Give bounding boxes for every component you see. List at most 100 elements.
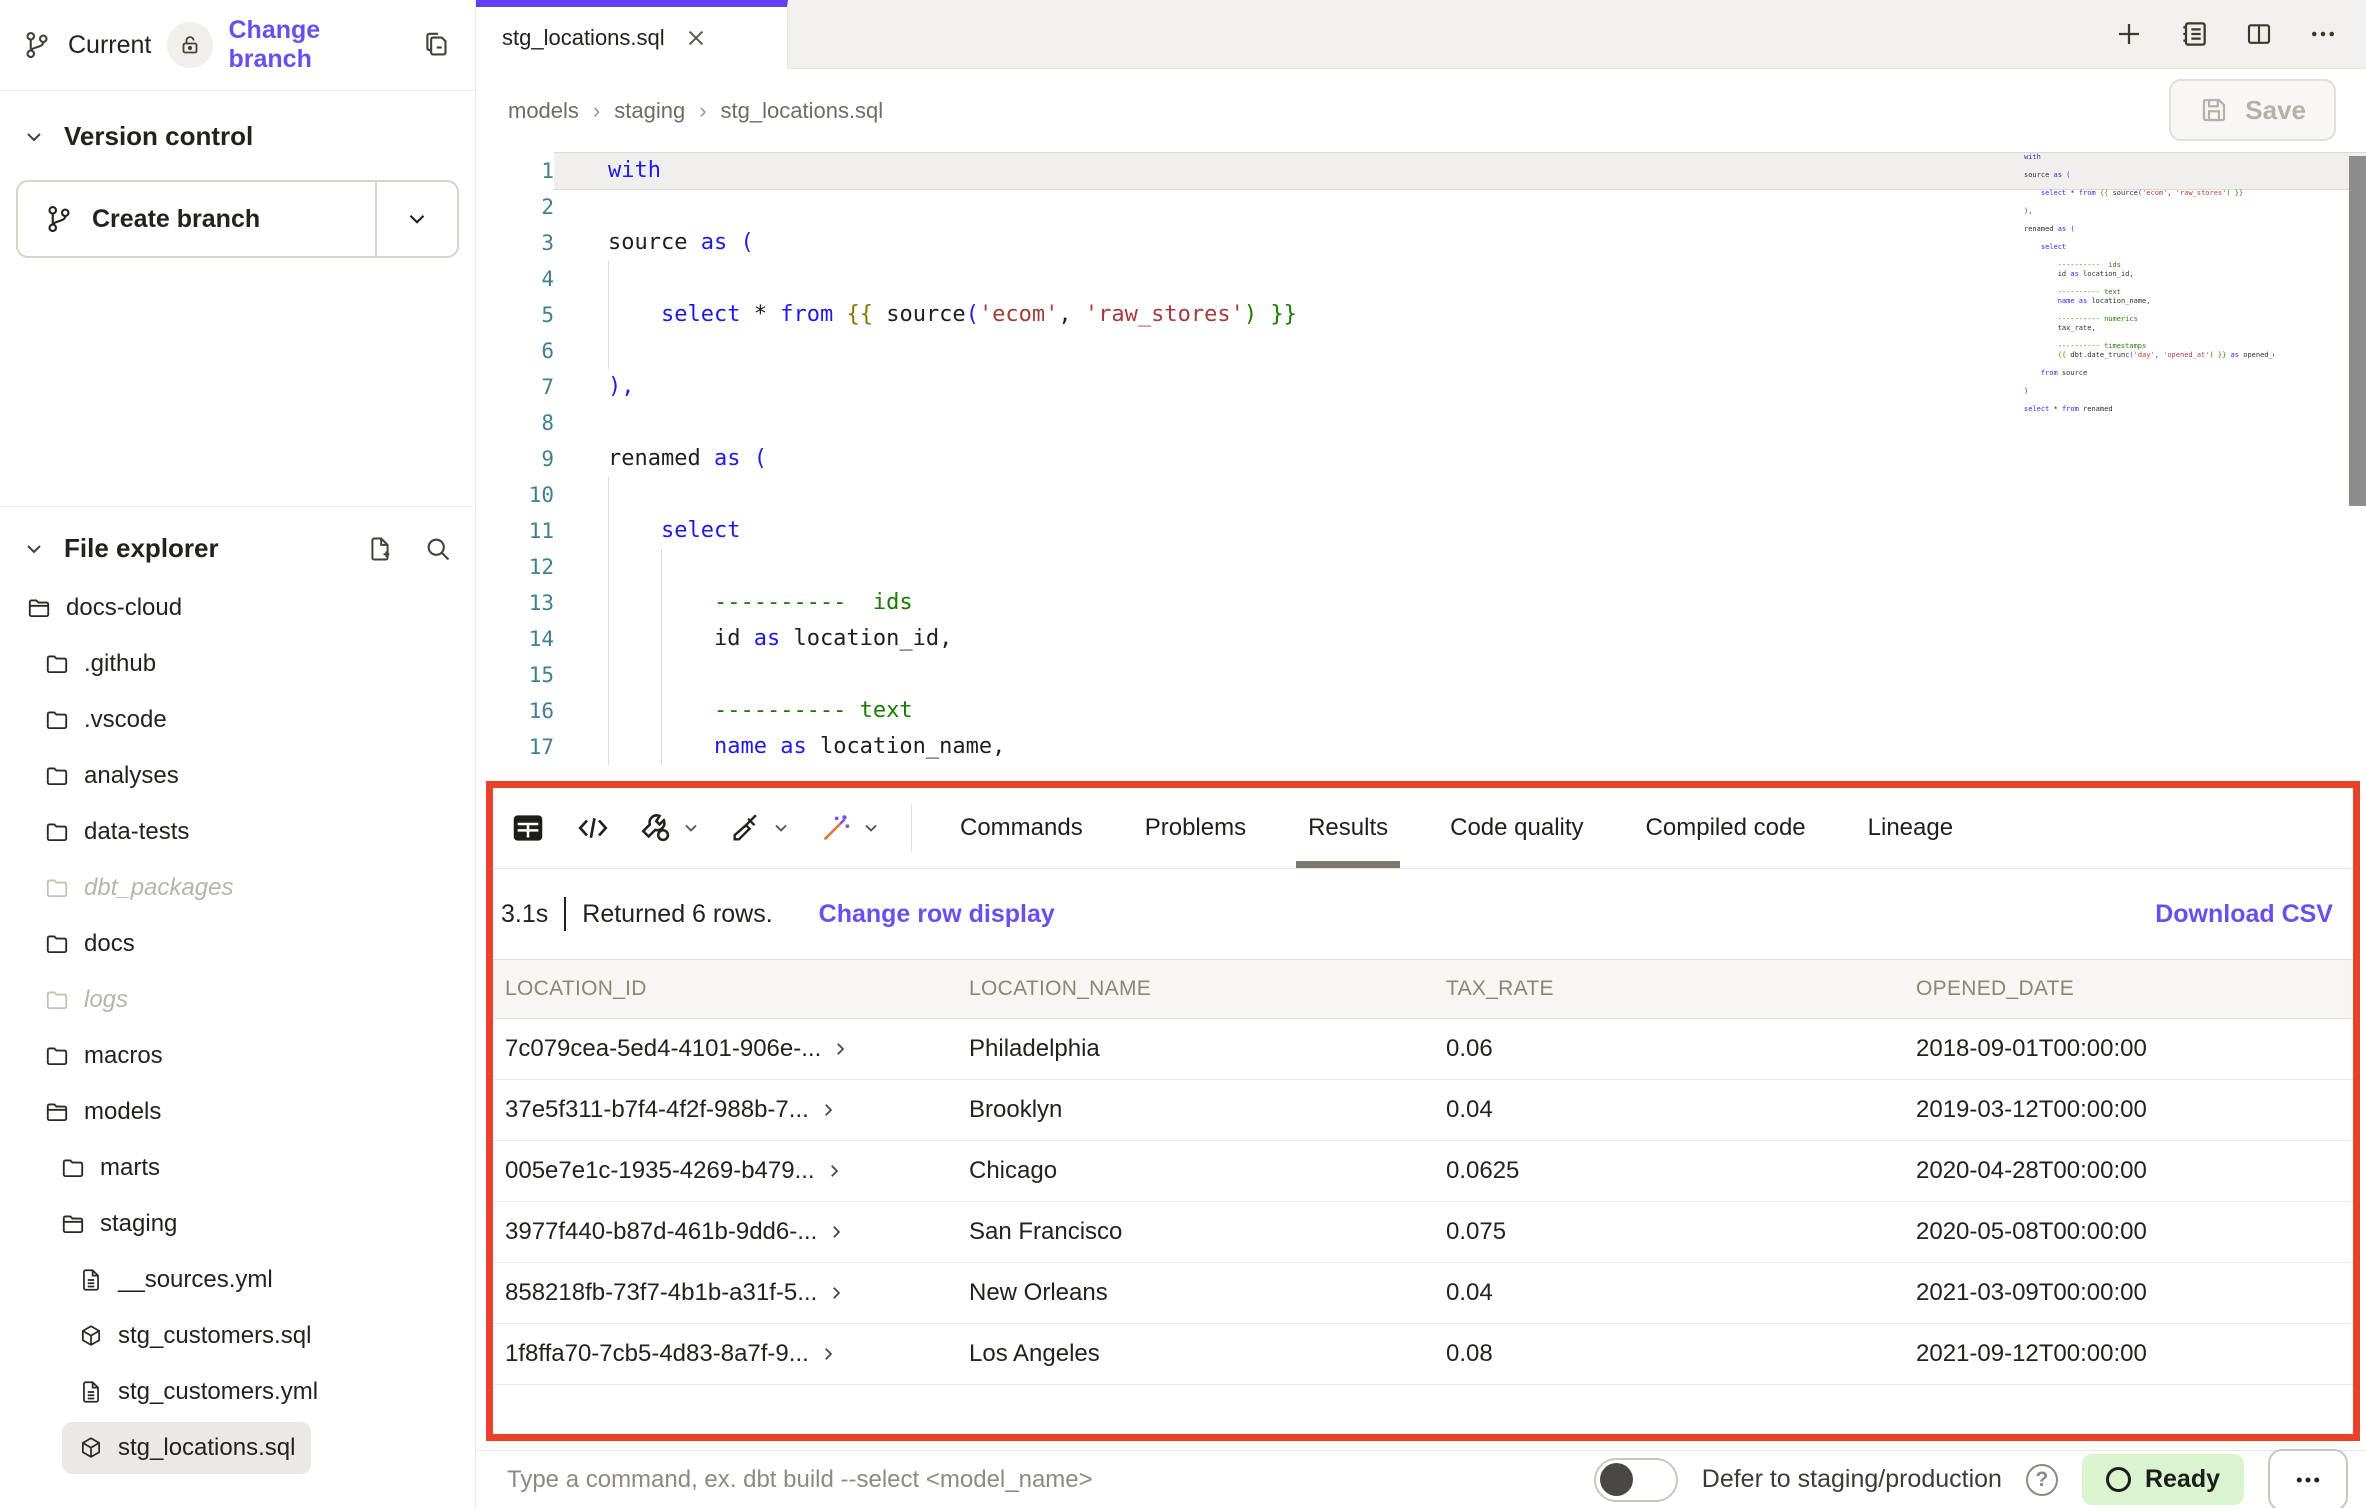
- code-line-16[interactable]: 16 ---------- text: [476, 693, 2366, 729]
- code-line-12[interactable]: 12: [476, 549, 2366, 585]
- defer-toggle[interactable]: [1594, 1458, 1678, 1502]
- download-csv-link[interactable]: Download CSV: [2155, 900, 2333, 929]
- folder-icon: [44, 763, 70, 789]
- panel-tab-code-quality[interactable]: Code quality: [1450, 788, 1583, 868]
- expand-cell-icon[interactable]: [819, 1345, 837, 1363]
- table-row: 858218fb-73f7-4b1b-a31f-5...New Orleans0…: [493, 1263, 2353, 1324]
- code-line-17[interactable]: 17 name as location_name,: [476, 729, 2366, 765]
- expand-cell-icon[interactable]: [827, 1284, 845, 1302]
- code-line-14[interactable]: 14 id as location_id,: [476, 621, 2366, 657]
- panel-tab-commands[interactable]: Commands: [960, 788, 1083, 868]
- column-header-opened_date[interactable]: OPENED_DATE: [1904, 977, 2353, 1001]
- version-control-title: Version control: [64, 121, 253, 152]
- line-number: 8: [476, 405, 554, 441]
- expand-cell-icon[interactable]: [819, 1101, 837, 1119]
- code-line-11[interactable]: 11 select: [476, 513, 2366, 549]
- query-duration: 3.1s: [501, 900, 548, 929]
- panel-tab-compiled-code[interactable]: Compiled code: [1646, 788, 1806, 868]
- editor-scrollbar[interactable]: [2349, 156, 2366, 506]
- create-branch-dropdown[interactable]: [377, 182, 457, 256]
- breadcrumb-item[interactable]: models: [508, 98, 579, 124]
- code-line-13[interactable]: 13 ---------- ids: [476, 585, 2366, 621]
- folder-icon: [44, 875, 70, 901]
- build-tools-dropdown[interactable]: [639, 811, 701, 845]
- expand-cell-icon[interactable]: [825, 1162, 843, 1180]
- save-floppy-icon: [2199, 95, 2229, 125]
- tree-item-stg-customers-sql[interactable]: stg_customers.sql: [0, 1308, 474, 1364]
- tree-item--vscode[interactable]: .vscode: [0, 692, 474, 748]
- code-editor[interactable]: 1with23source as (45 select * from {{ so…: [476, 151, 2366, 781]
- tree-item-data-tests[interactable]: data-tests: [0, 804, 474, 860]
- code-line-10[interactable]: 10: [476, 477, 2366, 513]
- copy-icon[interactable]: [423, 30, 453, 60]
- create-branch-button[interactable]: Create branch: [16, 180, 459, 258]
- tree-item-stg-locations-sql[interactable]: stg_locations.sql: [0, 1420, 474, 1476]
- panel-tab-lineage[interactable]: Lineage: [1868, 788, 1953, 868]
- version-control-header[interactable]: Version control: [0, 91, 475, 152]
- tree-item-docs-cloud[interactable]: docs-cloud: [0, 580, 474, 636]
- code-view-icon[interactable]: [575, 810, 611, 846]
- save-button[interactable]: Save: [2169, 79, 2336, 141]
- column-header-tax_rate[interactable]: TAX_RATE: [1434, 977, 1904, 1001]
- tree-item-label: marts: [100, 1154, 160, 1182]
- tab-stg-locations[interactable]: stg_locations.sql: [476, 0, 788, 69]
- tree-item-macros[interactable]: macros: [0, 1028, 474, 1084]
- close-tab-icon[interactable]: [685, 27, 707, 49]
- change-branch-link[interactable]: Change branch: [229, 16, 408, 74]
- tree-item-analyses[interactable]: analyses: [0, 748, 474, 804]
- table-row: 7c079cea-5ed4-4101-906e-...Philadelphia0…: [493, 1019, 2353, 1080]
- results-info-bar: 3.1s Returned 6 rows. Change row display…: [493, 869, 2353, 959]
- chevron-down-icon: [771, 818, 791, 838]
- folder-open-icon: [26, 595, 52, 621]
- line-number: 14: [476, 621, 554, 657]
- line-number: 5: [476, 297, 554, 333]
- split-editor-icon[interactable]: [2244, 19, 2274, 49]
- git-branch-icon: [44, 204, 74, 234]
- changelog-panel-icon[interactable]: [2178, 18, 2210, 50]
- statusbar-more-button[interactable]: [2268, 1449, 2348, 1508]
- folder-icon: [44, 707, 70, 733]
- breadcrumb-item[interactable]: staging: [614, 98, 685, 124]
- expand-cell-icon[interactable]: [827, 1223, 845, 1241]
- breadcrumb-item[interactable]: stg_locations.sql: [721, 98, 884, 124]
- tree-item-models[interactable]: models: [0, 1084, 474, 1140]
- model-cube-icon: [78, 1435, 104, 1461]
- breadcrumb-separator: ›: [699, 98, 706, 124]
- tree-item-label: stg_locations.sql: [118, 1434, 295, 1462]
- panel-tab-problems[interactable]: Problems: [1145, 788, 1246, 868]
- tree-item-stg-customers-yml[interactable]: stg_customers.yml: [0, 1364, 474, 1420]
- tree-item-docs[interactable]: docs: [0, 916, 474, 972]
- command-input[interactable]: [505, 1465, 1594, 1495]
- code-line-9[interactable]: 9renamed as (: [476, 441, 2366, 477]
- more-options-icon[interactable]: [2308, 19, 2338, 49]
- line-number: 2: [476, 189, 554, 225]
- tree-item-dbt-packages[interactable]: dbt_packages: [0, 860, 474, 916]
- line-number: 15: [476, 657, 554, 693]
- change-row-display-link[interactable]: Change row display: [819, 900, 1055, 929]
- new-file-icon[interactable]: [366, 535, 394, 563]
- format-dropdown[interactable]: [729, 811, 791, 845]
- tree-item-label: stg_customers.sql: [118, 1322, 311, 1350]
- tree-item--sources-yml[interactable]: __sources.yml: [0, 1252, 474, 1308]
- search-icon[interactable]: [424, 535, 452, 563]
- code-line-15[interactable]: 15: [476, 657, 2366, 693]
- help-icon[interactable]: ?: [2026, 1464, 2058, 1496]
- column-header-location_name[interactable]: LOCATION_NAME: [957, 977, 1434, 1001]
- create-branch-label: Create branch: [92, 205, 260, 234]
- tree-item-staging[interactable]: staging: [0, 1196, 474, 1252]
- line-number: 9: [476, 441, 554, 477]
- table-view-icon[interactable]: [509, 809, 547, 847]
- tree-item-marts[interactable]: marts: [0, 1140, 474, 1196]
- panel-tab-results[interactable]: Results: [1308, 788, 1388, 868]
- tree-item-logs[interactable]: logs: [0, 972, 474, 1028]
- minimap[interactable]: withsource as ( select * from {{ source(…: [2024, 153, 2274, 414]
- expand-cell-icon[interactable]: [831, 1040, 849, 1058]
- chevron-down-icon[interactable]: [22, 537, 46, 561]
- ai-fix-dropdown[interactable]: [819, 811, 881, 845]
- new-tab-icon[interactable]: [2114, 19, 2144, 49]
- tree-item-label: dbt_packages: [84, 874, 233, 902]
- tree-item--github[interactable]: .github: [0, 636, 474, 692]
- column-header-location_id[interactable]: LOCATION_ID: [493, 977, 957, 1001]
- format-brush-icon: [729, 811, 763, 845]
- git-branch-icon: [22, 30, 52, 60]
